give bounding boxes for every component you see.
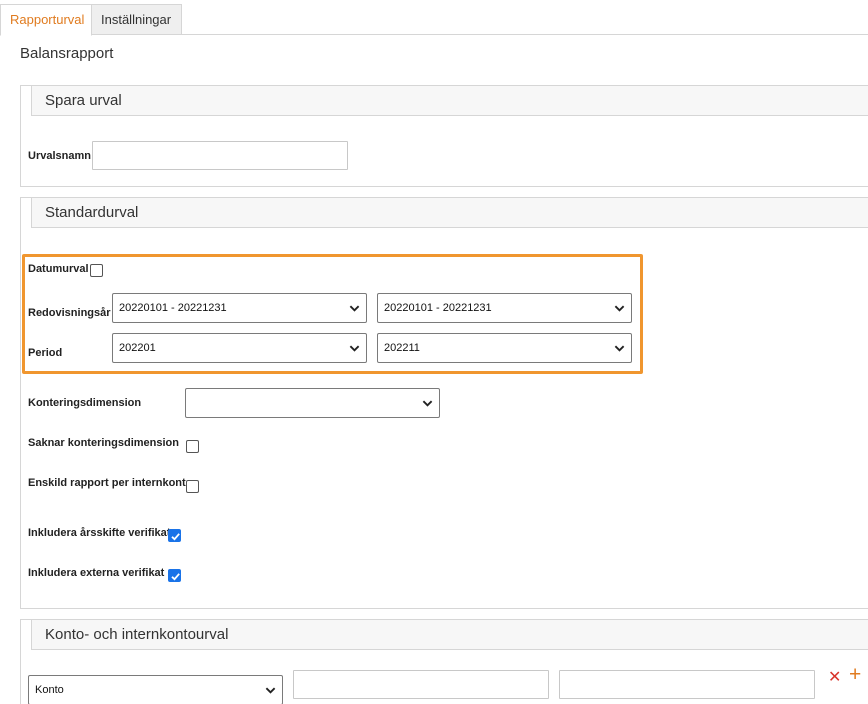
select-value: 20220101 - 20221231: [384, 302, 492, 314]
select-value: Konto: [35, 684, 64, 696]
konteringsdimension-label: Konteringsdimension: [28, 397, 142, 409]
konto-to-input[interactable]: [559, 670, 815, 699]
chevron-down-icon: [349, 345, 360, 352]
checkmark-icon: [171, 533, 180, 541]
section-header: Spara urval: [21, 86, 868, 116]
saknar-konteringsdimension-label: Saknar konteringsdimension: [28, 437, 179, 449]
select-value: 202201: [119, 342, 156, 354]
section-header: Konto- och internkontourval: [21, 620, 868, 650]
period-to-select[interactable]: 202211: [377, 333, 632, 363]
chevron-down-icon: [349, 305, 360, 312]
datumurval-checkbox[interactable]: [90, 264, 103, 277]
remove-row-icon[interactable]: ✕: [828, 669, 841, 687]
chevron-down-icon: [614, 345, 625, 352]
checkmark-icon: [171, 573, 180, 581]
urvalsnamn-input[interactable]: [92, 141, 348, 170]
period-from-select[interactable]: 202201: [112, 333, 367, 363]
chevron-down-icon: [265, 687, 276, 694]
section-header: Standardurval: [21, 198, 868, 228]
page-title: Balansrapport: [20, 45, 114, 62]
chevron-down-icon: [614, 305, 625, 312]
period-label: Period: [28, 347, 63, 359]
inkludera-externa-label: Inkludera externa verifikat: [28, 567, 165, 579]
select-value: 20220101 - 20221231: [119, 302, 227, 314]
urvalsnamn-label: Urvalsnamn: [28, 150, 91, 162]
tab-installningar[interactable]: Inställningar: [92, 4, 182, 35]
saknar-konteringsdimension-checkbox[interactable]: [186, 440, 199, 453]
konto-from-input[interactable]: [293, 670, 549, 699]
chevron-down-icon: [422, 400, 433, 407]
enskild-rapport-label: Enskild rapport per internkonto: [28, 477, 193, 489]
section-spara-urval: Spara urval: [20, 85, 868, 187]
section-title: Standardurval: [45, 204, 139, 221]
tab-rapporturval[interactable]: Rapporturval: [0, 4, 92, 36]
enskild-rapport-checkbox[interactable]: [186, 480, 199, 493]
inkludera-externa-checkbox[interactable]: [168, 569, 181, 582]
redovisningsar-label: Redovisningsår: [28, 307, 111, 319]
inkludera-arsskifte-checkbox[interactable]: [168, 529, 181, 542]
select-value: 202211: [384, 342, 420, 354]
add-row-icon[interactable]: +: [849, 664, 861, 685]
section-title: Konto- och internkontourval: [45, 626, 229, 643]
datumurval-label: Datumurval: [28, 263, 89, 275]
konteringsdimension-select[interactable]: [185, 388, 440, 418]
inkludera-arsskifte-label: Inkludera årsskifte verifikat: [28, 527, 171, 539]
konto-type-select[interactable]: Konto: [28, 675, 283, 704]
redovisningsar-from-select[interactable]: 20220101 - 20221231: [112, 293, 367, 323]
section-title: Spara urval: [45, 92, 122, 109]
redovisningsar-to-select[interactable]: 20220101 - 20221231: [377, 293, 632, 323]
tab-bar: Rapporturval Inställningar: [0, 4, 868, 36]
